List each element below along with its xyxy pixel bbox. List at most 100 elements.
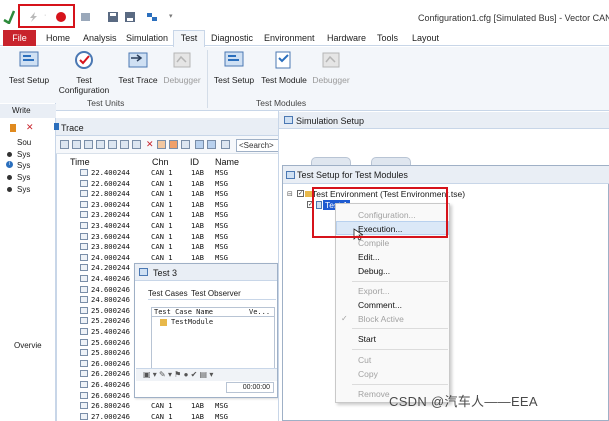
- test-setup-window-icon: [286, 171, 295, 179]
- message-icon: [80, 200, 88, 208]
- pause-trace-icon[interactable]: [169, 140, 178, 149]
- toolbar-button-icon[interactable]: [72, 140, 81, 149]
- bullet-icon: [7, 187, 12, 192]
- toolbar-button-icon[interactable]: [221, 140, 230, 149]
- trace-row[interactable]: 22.800244 CAN 1 1AB MSG: [56, 189, 278, 200]
- test-setup-units-label: Test Setup: [8, 75, 50, 85]
- tab-tools[interactable]: Tools: [377, 33, 398, 43]
- tab-layout[interactable]: Layout: [412, 33, 439, 43]
- message-icon: [80, 211, 88, 219]
- trace-row[interactable]: 23.000244 CAN 1 1AB MSG: [56, 200, 278, 211]
- trace-cell-name: MSG: [215, 210, 228, 220]
- save-all-icon[interactable]: [124, 12, 136, 22]
- trace-search-input[interactable]: <Search>: [236, 139, 280, 152]
- menu-item-block-active[interactable]: Block Active: [358, 314, 404, 324]
- menu-item-edit[interactable]: Edit...: [358, 252, 380, 262]
- new-config-icon[interactable]: [80, 12, 92, 22]
- test-module-button[interactable]: Test Module: [259, 50, 309, 85]
- trace-cell-time: 25.600246: [91, 337, 130, 347]
- trace-row[interactable]: 23.200244 CAN 1 1AB MSG: [56, 210, 278, 221]
- menu-item-comment[interactable]: Comment...: [358, 300, 402, 310]
- tab-hardware[interactable]: Hardware: [327, 33, 366, 43]
- tab-diagnostic[interactable]: Diagnostic: [211, 33, 253, 43]
- test-setup-modules-label: Test Setup: [213, 75, 255, 85]
- tab-overview[interactable]: Overvie: [14, 341, 42, 350]
- checkbox-environment[interactable]: ✓: [297, 190, 304, 197]
- tab-simulation[interactable]: Simulation: [126, 33, 168, 43]
- column-header-time[interactable]: Time: [70, 157, 90, 167]
- test3-toolbar-icons[interactable]: ▣ ▾ ✎ ▾ ⚑ ● ✔ ▤ ▾: [143, 370, 213, 379]
- toolbar-button-icon[interactable]: [60, 140, 69, 149]
- test-trace-icon: [128, 52, 148, 68]
- tab-test-observer[interactable]: Test Observer: [191, 289, 241, 298]
- write-line: Sys: [17, 185, 31, 194]
- toolbar-button-icon[interactable]: [132, 140, 141, 149]
- toolbar-button-icon[interactable]: [96, 140, 105, 149]
- test-setup-units-button[interactable]: Test Setup: [6, 50, 52, 85]
- message-icon: [80, 179, 88, 187]
- column-header-name[interactable]: Name: [215, 157, 239, 167]
- menu-item-start[interactable]: Start: [358, 334, 376, 344]
- network-icon[interactable]: [146, 12, 158, 22]
- tab-analysis[interactable]: Analysis: [83, 33, 117, 43]
- menu-item-remove[interactable]: Remove: [358, 389, 390, 399]
- message-icon: [80, 296, 88, 304]
- toolbar-button-icon[interactable]: [195, 140, 204, 149]
- trace-row[interactable]: 23.600244 CAN 1 1AB MSG: [56, 232, 278, 243]
- test-configuration-button[interactable]: Test Configuration: [56, 50, 112, 95]
- menu-item-copy[interactable]: Copy: [358, 369, 378, 379]
- trace-cell-chn: CAN 1: [151, 168, 173, 177]
- toolbar-button-icon[interactable]: [84, 140, 93, 149]
- trace-row[interactable]: 23.400244 CAN 1 1AB MSG: [56, 221, 278, 232]
- save-icon[interactable]: [107, 12, 119, 22]
- column-header-chn[interactable]: Chn: [152, 157, 169, 167]
- trace-row[interactable]: 27.000246 CAN 1 1AB MSG: [56, 412, 278, 421]
- test-case-row[interactable]: TestModule: [171, 318, 213, 326]
- menu-item-export[interactable]: Export...: [358, 286, 390, 296]
- trace-cell-name: MSG: [215, 178, 228, 188]
- write-header: Sou: [17, 138, 32, 147]
- tab-test[interactable]: Test: [173, 30, 205, 47]
- trace-cell-id: 1AB: [191, 210, 204, 220]
- debugger-modules-button[interactable]: Debugger: [311, 50, 351, 85]
- clear-icon[interactable]: ✕: [26, 122, 34, 133]
- highlight-box-quick-access: [18, 4, 75, 28]
- trace-cell-time: 24.000244: [91, 252, 130, 262]
- filter-icon[interactable]: [120, 140, 129, 149]
- trace-cell-name: MSG: [215, 411, 228, 421]
- test-trace-button[interactable]: Test Trace: [116, 50, 160, 85]
- tab-file[interactable]: File: [3, 30, 36, 46]
- menu-item-debug[interactable]: Debug...: [358, 266, 390, 276]
- menu-item-cut[interactable]: Cut: [358, 355, 371, 365]
- toolbar-button-icon[interactable]: [157, 140, 166, 149]
- toolbar-button-icon[interactable]: [108, 140, 117, 149]
- trace-cell-time: 23.800244: [91, 242, 130, 252]
- trace-row[interactable]: 26.800246 CAN 1 1AB MSG: [56, 401, 278, 412]
- trace-cell-id: 1AB: [191, 189, 204, 199]
- customize-dropdown-icon[interactable]: ▾: [169, 12, 173, 20]
- debugger-units-icon: [173, 52, 191, 68]
- tab-home[interactable]: Home: [46, 33, 70, 43]
- message-icon: [80, 402, 88, 410]
- tab-environment[interactable]: Environment: [264, 33, 315, 43]
- column-header-id[interactable]: ID: [190, 157, 199, 167]
- watermark-text: CSDN @汽车人——EEA: [389, 394, 538, 409]
- debugger-units-button[interactable]: Debugger: [162, 50, 202, 85]
- trace-cell-id: 1AB: [191, 199, 204, 209]
- test-setup-modules-button[interactable]: Test Setup: [211, 50, 257, 85]
- tab-test-cases[interactable]: Test Cases: [148, 289, 188, 298]
- trace-row[interactable]: 22.600244 CAN 1 1AB MSG: [56, 179, 278, 190]
- collapse-icon[interactable]: ⊟: [287, 190, 293, 198]
- trace-row[interactable]: 23.800244 CAN 1 1AB MSG: [56, 242, 278, 253]
- column-header-test-case-name[interactable]: Test Case Name: [154, 308, 213, 316]
- delta-time-icon[interactable]: [181, 140, 190, 149]
- column-header-verdict[interactable]: Ve...: [249, 308, 270, 316]
- pause-icon[interactable]: [10, 124, 16, 132]
- delete-icon[interactable]: ✕: [146, 139, 154, 150]
- menu-separator: [352, 281, 448, 282]
- trace-cell-name: MSG: [215, 168, 228, 177]
- toolbar-button-icon[interactable]: [207, 140, 216, 149]
- environment-folder-icon: [305, 191, 312, 197]
- trace-cell-time: 23.600244: [91, 231, 130, 241]
- trace-row[interactable]: 22.400244 CAN 1 1AB MSG: [56, 168, 278, 179]
